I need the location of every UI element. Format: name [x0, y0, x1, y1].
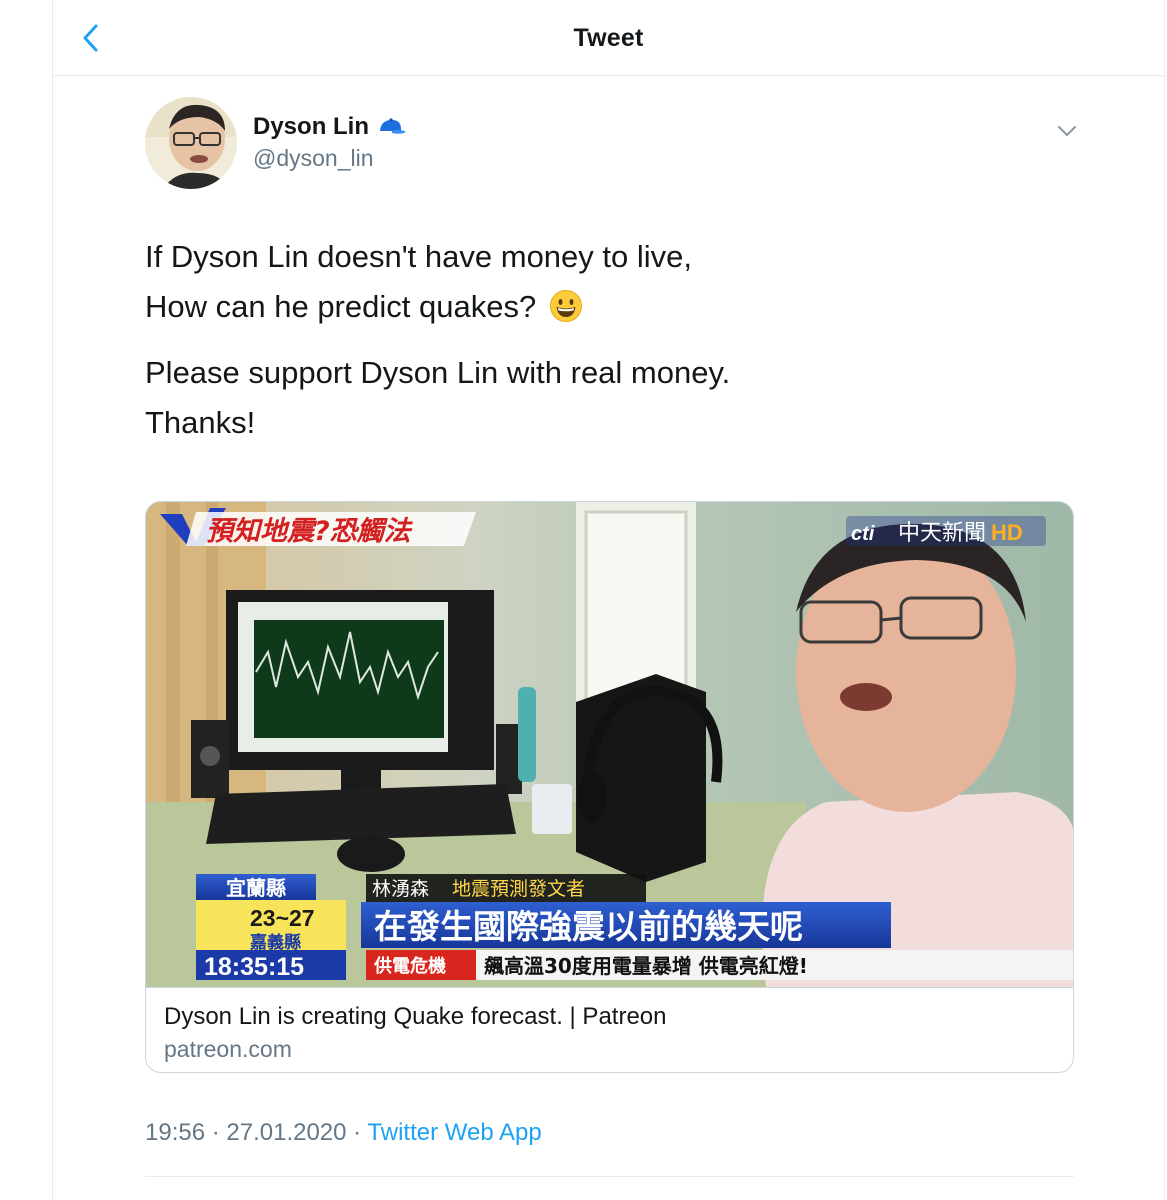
right-divider: [1164, 0, 1165, 1200]
tweet-line-with-emoji: How can he predict quakes?: [145, 282, 1045, 332]
overlay-channel: 中天新聞: [898, 521, 986, 546]
overlay-location-bottom: 嘉義縣: [249, 932, 301, 953]
overlay-location-top: 宜蘭縣: [226, 876, 286, 900]
blue-cap-icon: [380, 118, 407, 134]
card-title[interactable]: Dyson Lin is creating Quake forecast. | …: [164, 1002, 1055, 1032]
overlay-temp: 23~27: [250, 905, 315, 931]
chevron-down-icon: [1058, 126, 1076, 136]
tweet-line: Please support Dyson Lin with real money…: [145, 355, 731, 390]
tweet-line: How can he predict quakes?: [145, 289, 537, 324]
top-bar: Tweet: [53, 0, 1164, 76]
overlay-ticker-text: 飆高溫30度用電量暴增 供電亮紅燈!: [484, 954, 808, 978]
left-divider: [52, 0, 53, 1200]
more-options-button[interactable]: [1054, 118, 1080, 144]
avatar[interactable]: [145, 97, 237, 189]
tweet-timestamp[interactable]: 19:56 · 27.01.2020 ·: [145, 1119, 367, 1146]
author-name-row[interactable]: Dyson Lin: [253, 113, 407, 141]
link-card[interactable]: 預知地震?恐觸法 cti 中天新聞 HD 宜蘭縣 23~27 嘉義縣 18:35…: [145, 501, 1074, 1073]
card-footer[interactable]: Dyson Lin is creating Quake forecast. | …: [146, 987, 1073, 1072]
overlay-channel-prefix: cti: [851, 523, 875, 545]
author-handle[interactable]: @dyson_lin: [253, 145, 374, 172]
grinning-face-emoji-icon: [549, 290, 582, 322]
tweet-line: If Dyson Lin doesn't have money to live,: [145, 239, 692, 274]
overlay-clock: 18:35:15: [204, 953, 304, 981]
card-image: 預知地震?恐觸法 cti 中天新聞 HD 宜蘭縣 23~27 嘉義縣 18:35…: [146, 502, 1073, 987]
card-domain: patreon.com: [164, 1036, 292, 1062]
tweet-source-link[interactable]: Twitter Web App: [367, 1119, 541, 1146]
overlay-subtitle: 在發生國際強震以前的幾天呢: [374, 907, 803, 946]
author-name[interactable]: Dyson Lin: [253, 113, 369, 141]
tweet-line: Thanks!: [145, 405, 256, 440]
page-title: Tweet: [573, 24, 644, 52]
overlay-speaker-name: 林湧森: [372, 878, 429, 900]
divider: [145, 1176, 1074, 1177]
tweet-meta: 19:56 · 27.01.2020 · Twitter Web App: [145, 1119, 542, 1147]
overlay-channel-hd: HD: [991, 520, 1023, 545]
overlay-ticker-tag: 供電危機: [373, 955, 446, 977]
overlay-topic: 預知地震?恐觸法: [206, 516, 414, 547]
overlay-speaker-role: 地震預測發文者: [452, 878, 585, 900]
tweet-body: If Dyson Lin doesn't have money to live,…: [145, 232, 1045, 448]
